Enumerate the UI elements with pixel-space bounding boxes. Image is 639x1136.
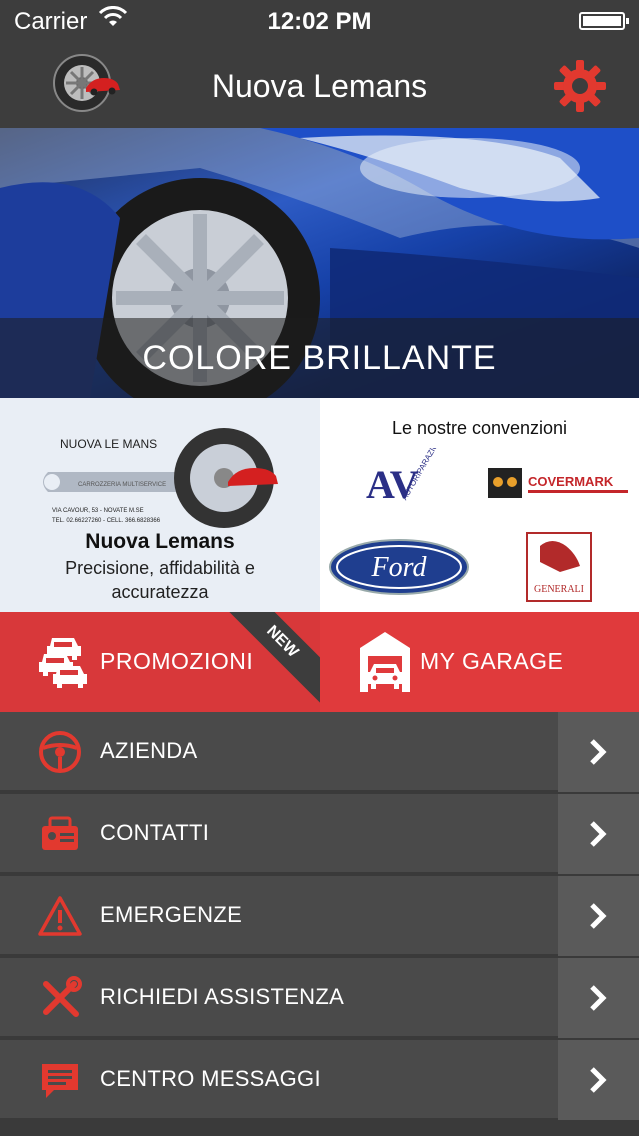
chevron-right-icon[interactable] <box>558 958 639 1038</box>
action-buttons: PROMOZIONI NEW MY GARAGE <box>0 612 639 712</box>
promozioni-button[interactable]: PROMOZIONI NEW <box>0 612 320 712</box>
conventions-title: Le nostre convenzioni <box>391 418 568 438</box>
svg-text:Ford: Ford <box>371 552 428 583</box>
logo-sub-text: CARROZZERIA MULTISERVICE <box>78 482 166 488</box>
menu-item-richiedi-assistenza[interactable]: RICHIEDI ASSISTENZA <box>0 958 639 1038</box>
partner-logo-covermark: COVERMARK <box>488 468 628 498</box>
menu-item-label: CONTATTI <box>100 820 210 845</box>
gear-icon[interactable] <box>552 58 608 114</box>
contact-card-icon <box>42 816 78 850</box>
status-bar: Carrier 12:02 PM <box>0 0 639 40</box>
menu-item-label: CENTRO MESSAGGI <box>100 1066 321 1091</box>
company-tagline: Precisione, affidabilità e accuratezza <box>65 558 255 602</box>
my-garage-label: MY GARAGE <box>420 648 564 674</box>
main-menu: AZIENDA CONTATTI EMERGENZE RICHIEDI ASSI… <box>0 712 639 1136</box>
svg-text:GENERALI: GENERALI <box>534 584 584 595</box>
chevron-right-icon[interactable] <box>558 712 639 792</box>
status-time: 12:02 PM <box>267 8 372 35</box>
warning-icon <box>38 896 82 936</box>
hero-banner[interactable]: COLORE BRILLANTE <box>0 128 639 398</box>
chevron-right-icon[interactable] <box>558 794 639 874</box>
partner-logo-ford: Ford <box>329 539 469 595</box>
conventions-card[interactable]: Le nostre convenzioni AV AUTORIPARAZIONI… <box>320 398 639 612</box>
company-logo: NUOVA LE MANS CARROZZERIA MULTISERVICE V… <box>43 428 278 528</box>
menu-item-azienda[interactable]: AZIENDA <box>0 712 639 792</box>
logo-top-text: NUOVA LE MANS <box>60 437 157 451</box>
menu-item-label: RICHIEDI ASSISTENZA <box>100 984 345 1009</box>
menu-item-contatti[interactable]: CONTATTI <box>0 794 639 874</box>
battery-icon <box>579 12 629 30</box>
top-bar: Carrier 12:02 PM Nuova Lemans <box>0 0 639 128</box>
message-icon <box>42 1064 78 1098</box>
partner-logo-autoriparazioni: AV AUTORIPARAZIONI VALIDO <box>366 448 459 507</box>
menu-item-centro-messaggi[interactable]: CENTRO MESSAGGI <box>0 1040 639 1120</box>
logo-phone-text: TEL. 02.66227260 - CELL. 366.6828366 <box>52 518 161 524</box>
partner-logo-generali: GENERALI <box>526 532 592 602</box>
logo-address-text: VIA CAVOUR, 53 - NOVATE M.SE <box>52 508 144 514</box>
my-garage-button[interactable]: MY GARAGE <box>320 612 639 712</box>
steering-wheel-icon <box>39 731 81 773</box>
chevron-right-icon[interactable] <box>558 1040 639 1120</box>
hero-caption: COLORE BRILLANTE <box>0 318 639 398</box>
info-section: NUOVA LE MANS CARROZZERIA MULTISERVICE V… <box>0 398 639 612</box>
garage-icon <box>360 632 410 692</box>
svg-text:COVERMARK: COVERMARK <box>528 474 614 489</box>
company-card[interactable]: NUOVA LE MANS CARROZZERIA MULTISERVICE V… <box>0 398 320 612</box>
menu-item-label: AZIENDA <box>100 738 198 763</box>
chevron-right-icon[interactable] <box>558 876 639 956</box>
nav-bar: Nuova Lemans <box>0 40 639 128</box>
menu-item-label: EMERGENZE <box>100 902 243 927</box>
promozioni-label: PROMOZIONI <box>100 648 254 674</box>
company-name: Nuova Lemans <box>85 530 235 553</box>
page-title: Nuova Lemans <box>211 68 428 104</box>
cars-icon <box>39 638 87 688</box>
tools-icon <box>43 976 82 1017</box>
menu-item-emergenze[interactable]: EMERGENZE <box>0 876 639 956</box>
